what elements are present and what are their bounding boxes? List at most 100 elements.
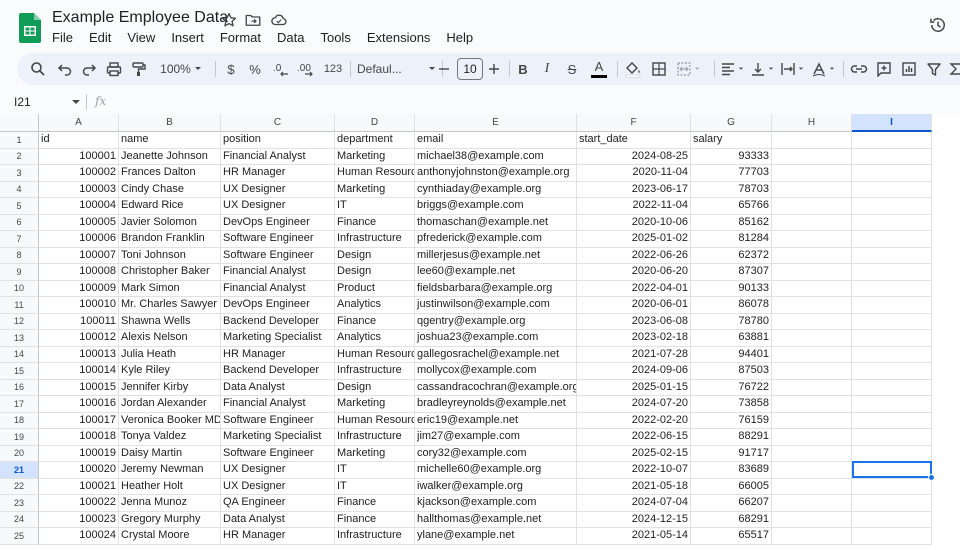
table-cell[interactable] — [772, 247, 852, 264]
percent-format-button[interactable]: % — [246, 57, 264, 81]
select-all-corner[interactable] — [0, 114, 39, 132]
menu-file[interactable]: File — [44, 29, 81, 47]
table-cell[interactable]: Human Resourc — [335, 346, 415, 363]
table-cell[interactable] — [852, 165, 932, 182]
table-cell[interactable] — [852, 412, 932, 429]
row-header[interactable]: 21 — [0, 462, 39, 479]
table-cell[interactable]: 2021-05-14 — [577, 528, 691, 545]
table-cell[interactable] — [772, 379, 852, 396]
header-cell[interactable]: name — [119, 132, 221, 149]
table-cell[interactable]: mollycox@example.com — [415, 363, 577, 380]
table-cell[interactable]: briggs@example.com — [415, 198, 577, 215]
table-cell[interactable]: jim27@example.com — [415, 429, 577, 446]
table-cell[interactable]: 76722 — [691, 379, 772, 396]
table-cell[interactable]: Design — [335, 264, 415, 281]
table-cell[interactable]: 100021 — [39, 478, 119, 495]
row-header[interactable]: 23 — [0, 495, 39, 512]
zoom-select[interactable]: 100% — [155, 57, 210, 81]
row-header[interactable]: 3 — [0, 165, 39, 182]
row-header[interactable]: 20 — [0, 445, 39, 462]
row-header[interactable]: 10 — [0, 280, 39, 297]
table-cell[interactable] — [852, 379, 932, 396]
row-header[interactable]: 18 — [0, 412, 39, 429]
table-cell[interactable]: 100011 — [39, 313, 119, 330]
row-header[interactable]: 15 — [0, 363, 39, 380]
table-cell[interactable]: Infrastructure — [335, 429, 415, 446]
table-cell[interactable]: Brandon Franklin — [119, 231, 221, 248]
table-cell[interactable]: kjackson@example.com — [415, 495, 577, 512]
table-cell[interactable] — [772, 313, 852, 330]
column-header-b[interactable]: B — [119, 114, 221, 132]
paint-format-button[interactable] — [128, 57, 150, 81]
table-cell[interactable] — [852, 363, 932, 380]
table-cell[interactable]: thomaschan@example.net — [415, 214, 577, 231]
table-cell[interactable]: 100024 — [39, 528, 119, 545]
undo-button[interactable] — [54, 57, 76, 81]
menu-view[interactable]: View — [119, 29, 163, 47]
table-cell[interactable] — [772, 462, 852, 479]
table-cell[interactable]: Analytics — [335, 297, 415, 314]
row-header[interactable]: 7 — [0, 231, 39, 248]
table-cell[interactable]: 68291 — [691, 511, 772, 528]
table-cell[interactable]: 81284 — [691, 231, 772, 248]
table-cell[interactable]: 86078 — [691, 297, 772, 314]
table-cell[interactable]: 100001 — [39, 148, 119, 165]
table-cell[interactable] — [852, 511, 932, 528]
table-cell[interactable]: 94401 — [691, 346, 772, 363]
functions-button[interactable] — [947, 57, 960, 81]
table-cell[interactable]: 65517 — [691, 528, 772, 545]
table-cell[interactable]: 2024-12-15 — [577, 511, 691, 528]
table-cell[interactable]: Jenna Munoz — [119, 495, 221, 512]
table-cell[interactable]: Jordan Alexander — [119, 396, 221, 413]
table-cell[interactable]: 100008 — [39, 264, 119, 281]
table-cell[interactable]: Product — [335, 280, 415, 297]
table-cell[interactable]: Alexis Nelson — [119, 330, 221, 347]
table-cell[interactable] — [772, 445, 852, 462]
font-select[interactable]: Defaul... — [357, 57, 439, 81]
table-cell[interactable]: Christopher Baker — [119, 264, 221, 281]
table-cell[interactable]: Finance — [335, 313, 415, 330]
table-cell[interactable]: 83689 — [691, 462, 772, 479]
table-cell[interactable]: Backend Developer — [221, 363, 335, 380]
table-cell[interactable]: 100014 — [39, 363, 119, 380]
insert-comment-button[interactable] — [873, 57, 895, 81]
table-cell[interactable]: 2020-10-06 — [577, 214, 691, 231]
table-cell[interactable]: Marketing — [335, 396, 415, 413]
table-cell[interactable]: DevOps Engineer — [221, 297, 335, 314]
table-cell[interactable]: 100017 — [39, 412, 119, 429]
column-header-a[interactable]: A — [39, 114, 119, 132]
table-cell[interactable]: 2022-11-04 — [577, 198, 691, 215]
row-header[interactable]: 14 — [0, 346, 39, 363]
table-cell[interactable]: UX Designer — [221, 198, 335, 215]
table-cell[interactable]: 100023 — [39, 511, 119, 528]
table-cell[interactable] — [852, 528, 932, 545]
fill-color-button[interactable] — [622, 57, 644, 81]
table-cell[interactable]: Human Resourc — [335, 412, 415, 429]
table-cell[interactable]: 100016 — [39, 396, 119, 413]
table-cell[interactable]: 100002 — [39, 165, 119, 182]
menu-help[interactable]: Help — [438, 29, 481, 47]
table-cell[interactable] — [772, 198, 852, 215]
table-cell[interactable]: Jeremy Newman — [119, 462, 221, 479]
table-cell[interactable] — [852, 462, 932, 479]
increase-decimal-button[interactable]: .00 — [295, 57, 319, 81]
table-cell[interactable] — [852, 313, 932, 330]
table-cell[interactable] — [772, 264, 852, 281]
table-cell[interactable] — [772, 148, 852, 165]
table-cell[interactable] — [772, 363, 852, 380]
borders-button[interactable] — [648, 57, 670, 81]
table-cell[interactable]: qgentry@example.org — [415, 313, 577, 330]
table-cell[interactable]: 63881 — [691, 330, 772, 347]
text-wrap-button[interactable] — [779, 57, 807, 81]
table-cell[interactable]: Finance — [335, 214, 415, 231]
table-cell[interactable]: 100003 — [39, 181, 119, 198]
table-cell[interactable]: Financial Analyst — [221, 264, 335, 281]
table-cell[interactable] — [772, 165, 852, 182]
table-cell[interactable]: UX Designer — [221, 478, 335, 495]
table-cell[interactable]: 85162 — [691, 214, 772, 231]
table-cell[interactable]: UX Designer — [221, 462, 335, 479]
row-header[interactable]: 6 — [0, 214, 39, 231]
table-cell[interactable]: 100013 — [39, 346, 119, 363]
table-cell[interactable]: Software Engineer — [221, 412, 335, 429]
table-cell[interactable]: 2025-02-15 — [577, 445, 691, 462]
